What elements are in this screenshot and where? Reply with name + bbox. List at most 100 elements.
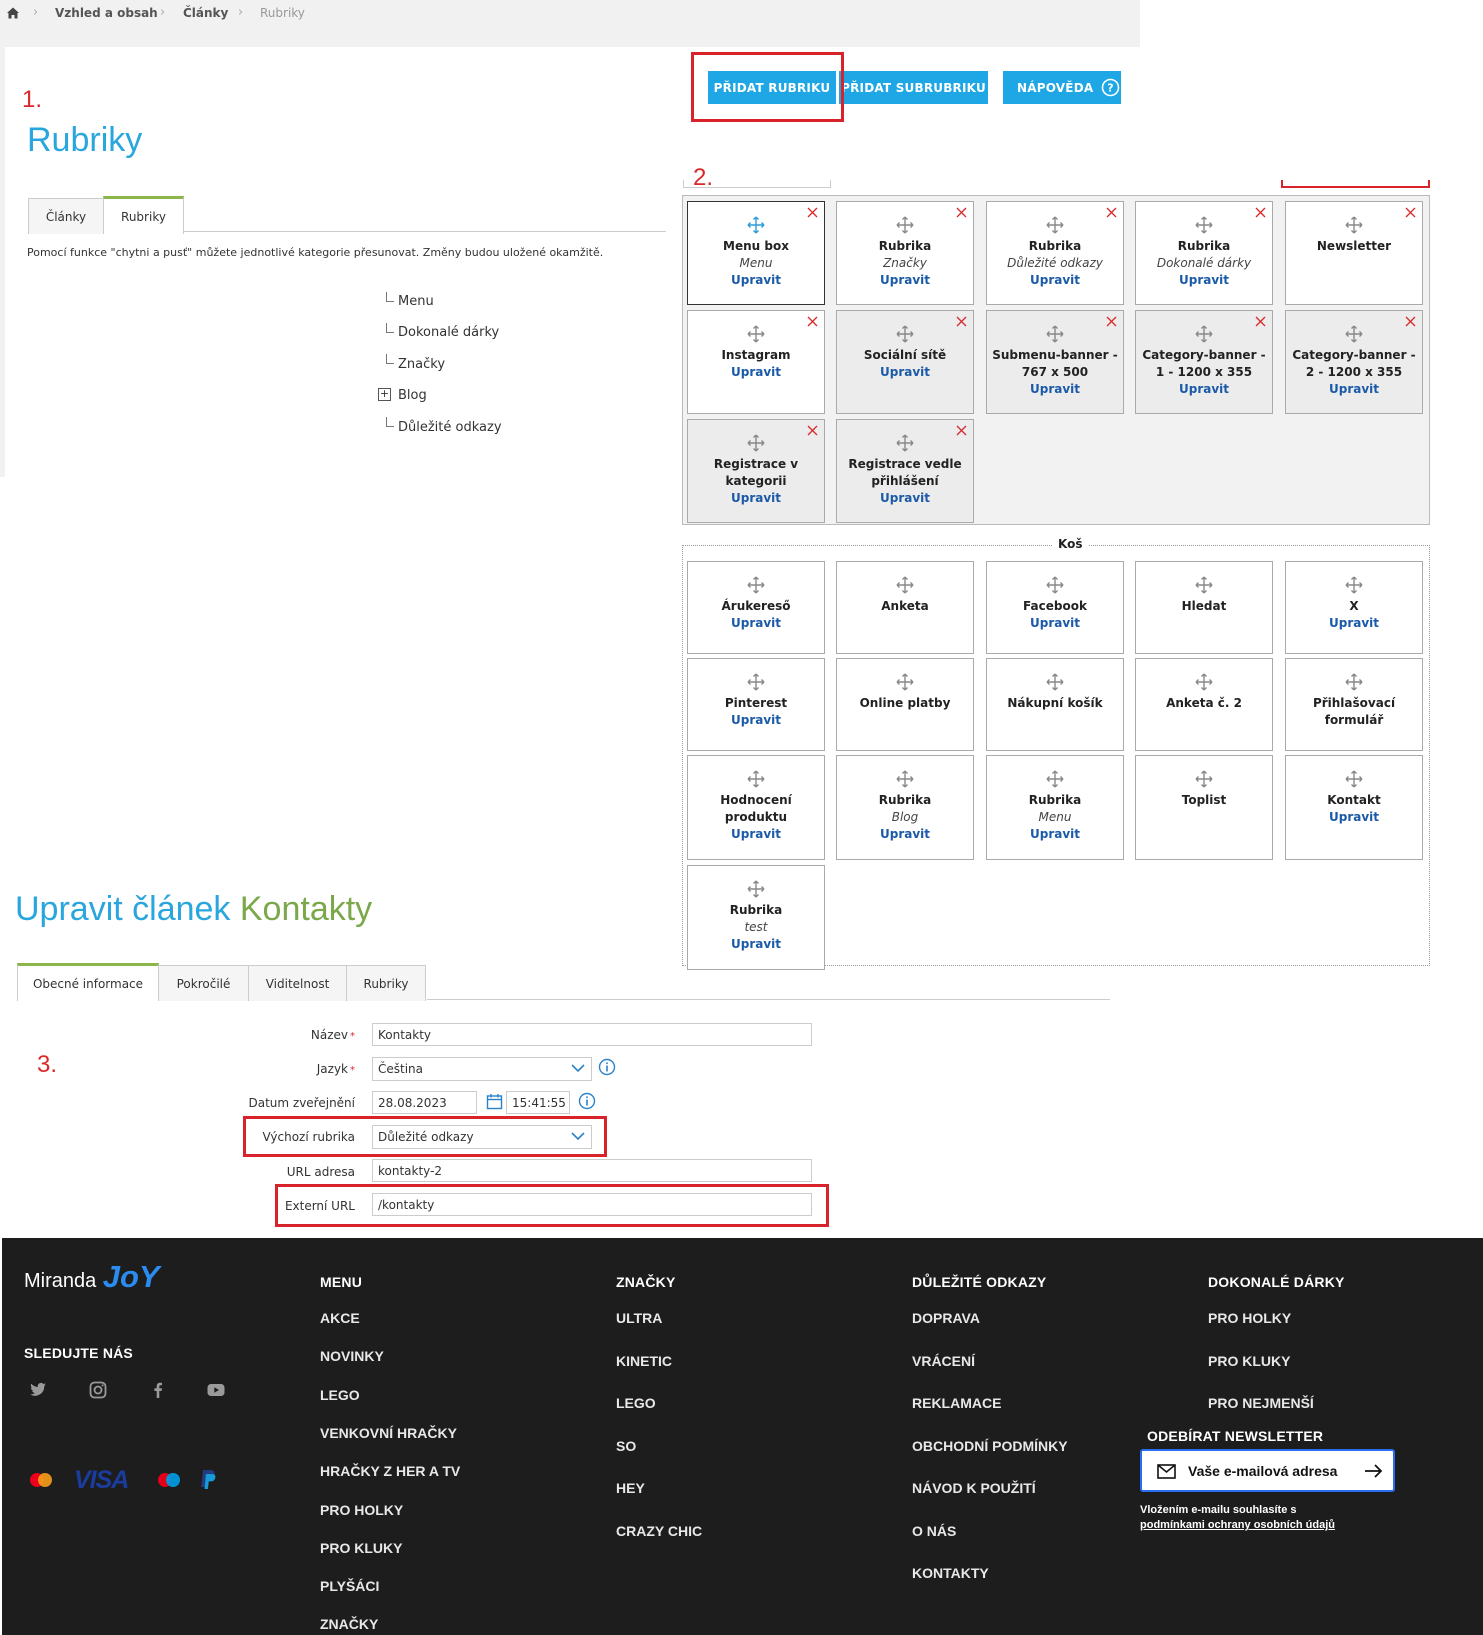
footer-link[interactable]: PRO KLUKY	[320, 1540, 402, 1556]
footer-link[interactable]: NÁVOD K POUŽITÍ	[912, 1480, 1036, 1496]
footer-link[interactable]: DOPRAVA	[912, 1310, 980, 1326]
move-icon[interactable]	[1345, 576, 1363, 594]
add-subrubric-button[interactable]: PŘIDAT SUBRUBRIKU	[839, 71, 988, 104]
edit-link[interactable]: Upravit	[688, 490, 824, 507]
url-field[interactable]: kontakty-2	[372, 1159, 812, 1182]
footer-link[interactable]: HEY	[616, 1480, 645, 1496]
layout-box-card[interactable]: Anketa	[836, 561, 974, 654]
footer-link[interactable]: KONTAKTY	[912, 1565, 989, 1581]
move-icon[interactable]	[1195, 325, 1213, 343]
tab-general[interactable]: Obecné informace	[17, 963, 159, 1001]
footer-link[interactable]: VRÁCENÍ	[912, 1353, 975, 1369]
nazev-field[interactable]: Kontakty	[372, 1023, 812, 1046]
footer-link[interactable]: OBCHODNÍ PODMÍNKY	[912, 1438, 1068, 1454]
layout-box-card[interactable]: Online platby	[836, 658, 974, 751]
jazyk-select[interactable]: Čeština	[372, 1057, 592, 1081]
tab-visibility[interactable]: Viditelnost	[248, 965, 347, 1001]
layout-box-card[interactable]: Facebook Upravit	[986, 561, 1124, 654]
layout-box-card[interactable]: X Upravit	[1285, 561, 1423, 654]
tab-rubriky[interactable]: Rubriky	[103, 196, 184, 234]
layout-box-card[interactable]: Árukereső Upravit	[687, 561, 825, 654]
edit-link[interactable]: Upravit	[1136, 272, 1272, 289]
tab-clanky[interactable]: Články	[28, 198, 104, 234]
move-icon[interactable]	[1195, 770, 1213, 788]
remove-icon[interactable]	[956, 425, 967, 436]
layout-box-card[interactable]: Rubrika Menu Upravit	[986, 755, 1124, 860]
arrow-right-icon[interactable]	[1364, 1463, 1383, 1479]
layout-box-card[interactable]: Newsletter	[1285, 201, 1423, 305]
layout-box-card[interactable]: Pinterest Upravit	[687, 658, 825, 751]
layout-box-card[interactable]: Anketa č. 2	[1135, 658, 1273, 751]
tree-item[interactable]: Blog	[398, 388, 427, 403]
edit-link[interactable]: Upravit	[1286, 615, 1422, 632]
move-icon[interactable]	[1046, 673, 1064, 691]
move-icon[interactable]	[1345, 770, 1363, 788]
layout-box-card[interactable]: Rubrika Důležité odkazy Upravit	[986, 201, 1124, 305]
privacy-link[interactable]: podmínkami ochrany osobních údajů	[1140, 1519, 1335, 1531]
layout-box-card[interactable]: Registrace vedle přihlášení Upravit	[836, 419, 974, 523]
remove-icon[interactable]	[807, 316, 818, 327]
newsletter-email-input[interactable]: Vaše e-mailová adresa	[1140, 1449, 1395, 1492]
edit-link[interactable]: Upravit	[688, 615, 824, 632]
calendar-icon[interactable]	[486, 1093, 503, 1110]
footer-link[interactable]: ULTRA	[616, 1310, 662, 1326]
move-icon[interactable]	[1046, 216, 1064, 234]
remove-icon[interactable]	[956, 316, 967, 327]
edit-link[interactable]: Upravit	[688, 364, 824, 381]
layout-box-card[interactable]: Registrace v kategorii Upravit	[687, 419, 825, 523]
move-icon[interactable]	[1345, 673, 1363, 691]
move-icon[interactable]	[1046, 576, 1064, 594]
remove-icon[interactable]	[956, 207, 967, 218]
move-icon[interactable]	[896, 770, 914, 788]
edit-link[interactable]: Upravit	[837, 364, 973, 381]
layout-box-card[interactable]: Hledat	[1135, 561, 1273, 654]
layout-box-card[interactable]: Přihlašovací formulář	[1285, 658, 1423, 751]
move-icon[interactable]	[1345, 325, 1363, 343]
footer-link[interactable]: NOVINKY	[320, 1348, 384, 1364]
move-icon[interactable]	[896, 325, 914, 343]
remove-icon[interactable]	[807, 425, 818, 436]
remove-icon[interactable]	[1106, 207, 1117, 218]
move-icon[interactable]	[896, 434, 914, 452]
tab-advanced[interactable]: Pokročilé	[158, 965, 249, 1001]
footer-link[interactable]: AKCE	[320, 1310, 360, 1326]
edit-link[interactable]: Upravit	[688, 936, 824, 953]
edit-link[interactable]: Upravit	[837, 272, 973, 289]
move-icon[interactable]	[747, 880, 765, 898]
remove-icon[interactable]	[1405, 316, 1416, 327]
remove-icon[interactable]	[1255, 207, 1266, 218]
twitter-icon[interactable]	[28, 1380, 48, 1400]
info-icon[interactable]	[598, 1058, 616, 1076]
layout-box-card[interactable]: Instagram Upravit	[687, 310, 825, 414]
brand-logo[interactable]: Miranda JoY	[24, 1259, 160, 1295]
footer-link[interactable]: O NÁS	[912, 1523, 956, 1539]
remove-icon[interactable]	[1106, 316, 1117, 327]
footer-link[interactable]: VENKOVNÍ HRAČKY	[320, 1425, 457, 1441]
move-icon[interactable]	[1046, 770, 1064, 788]
youtube-icon[interactable]	[206, 1380, 226, 1400]
edit-link[interactable]: Upravit	[688, 712, 824, 729]
edit-link[interactable]: Upravit	[688, 272, 824, 289]
layout-box-card[interactable]: Sociální sítě Upravit	[836, 310, 974, 414]
edit-link[interactable]: Upravit	[837, 490, 973, 507]
breadcrumb-item[interactable]: Články	[183, 6, 228, 20]
move-icon[interactable]	[1345, 216, 1363, 234]
move-icon[interactable]	[1195, 673, 1213, 691]
tab-rubrics[interactable]: Rubriky	[346, 965, 426, 1001]
layout-box-card[interactable]: Toplist	[1135, 755, 1273, 860]
tree-item[interactable]: Menu	[398, 294, 434, 309]
help-button[interactable]: NÁPOVĚDA ?	[1003, 71, 1121, 104]
footer-link[interactable]: REKLAMACE	[912, 1395, 1001, 1411]
remove-icon[interactable]	[807, 207, 818, 218]
move-icon[interactable]	[896, 216, 914, 234]
layout-box-card[interactable]: Nákupní košík	[986, 658, 1124, 751]
move-icon[interactable]	[1195, 216, 1213, 234]
edit-link[interactable]: Upravit	[688, 826, 824, 843]
move-icon[interactable]	[747, 434, 765, 452]
edit-link[interactable]: Upravit	[987, 615, 1123, 632]
move-icon[interactable]	[1046, 325, 1064, 343]
layout-box-card[interactable]: Submenu-banner - 767 x 500 Upravit	[986, 310, 1124, 414]
home-icon[interactable]	[6, 6, 20, 20]
move-icon[interactable]	[747, 576, 765, 594]
date-field[interactable]: 28.08.2023	[372, 1091, 477, 1114]
